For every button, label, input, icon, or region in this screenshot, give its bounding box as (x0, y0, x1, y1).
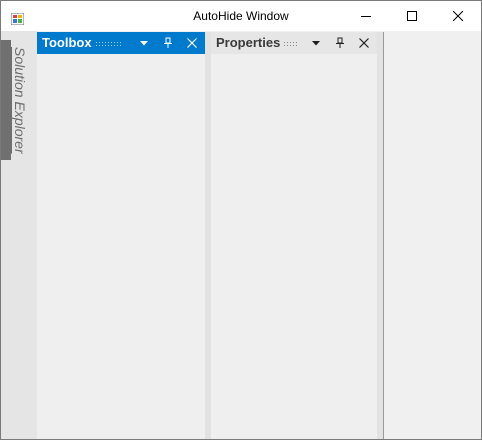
close-icon (359, 38, 369, 48)
toolbox-close-button[interactable] (185, 36, 199, 50)
autohide-tab-indicator[interactable] (1, 40, 11, 160)
properties-dropdown-button[interactable] (309, 36, 323, 50)
close-button[interactable] (435, 1, 481, 31)
autohide-tab-solution-explorer[interactable]: Solution Explorer (12, 47, 28, 154)
maximize-button[interactable] (389, 1, 435, 31)
pin-icon (336, 37, 344, 48)
autohide-window: AutoHide Window Solution Explorer Toolbo… (0, 0, 482, 440)
close-icon (453, 11, 463, 21)
properties-drag-grip[interactable] (283, 41, 297, 46)
close-icon (187, 38, 197, 48)
properties-pin-button[interactable] (333, 36, 347, 50)
properties-header[interactable]: Properties (211, 32, 377, 54)
toolbox-header[interactable]: Toolbox (37, 32, 205, 54)
toolbox-title: Toolbox (42, 35, 92, 50)
maximize-icon (407, 11, 417, 21)
title-bar[interactable]: AutoHide Window (1, 1, 481, 31)
pin-icon (164, 37, 172, 48)
minimize-icon (361, 16, 371, 17)
minimize-button[interactable] (343, 1, 389, 31)
toolbox-panel: Toolbox (37, 32, 205, 439)
autohide-strip-left: Solution Explorer (1, 31, 37, 439)
toolbox-dropdown-button[interactable] (137, 36, 151, 50)
dropdown-arrow-icon (140, 41, 148, 46)
properties-title: Properties (216, 35, 281, 50)
document-area (383, 32, 481, 439)
dropdown-arrow-icon (312, 41, 320, 46)
toolbox-pin-button[interactable] (161, 36, 175, 50)
properties-close-button[interactable] (357, 36, 371, 50)
toolbox-drag-grip[interactable] (95, 41, 123, 46)
properties-panel: Properties (211, 32, 377, 439)
